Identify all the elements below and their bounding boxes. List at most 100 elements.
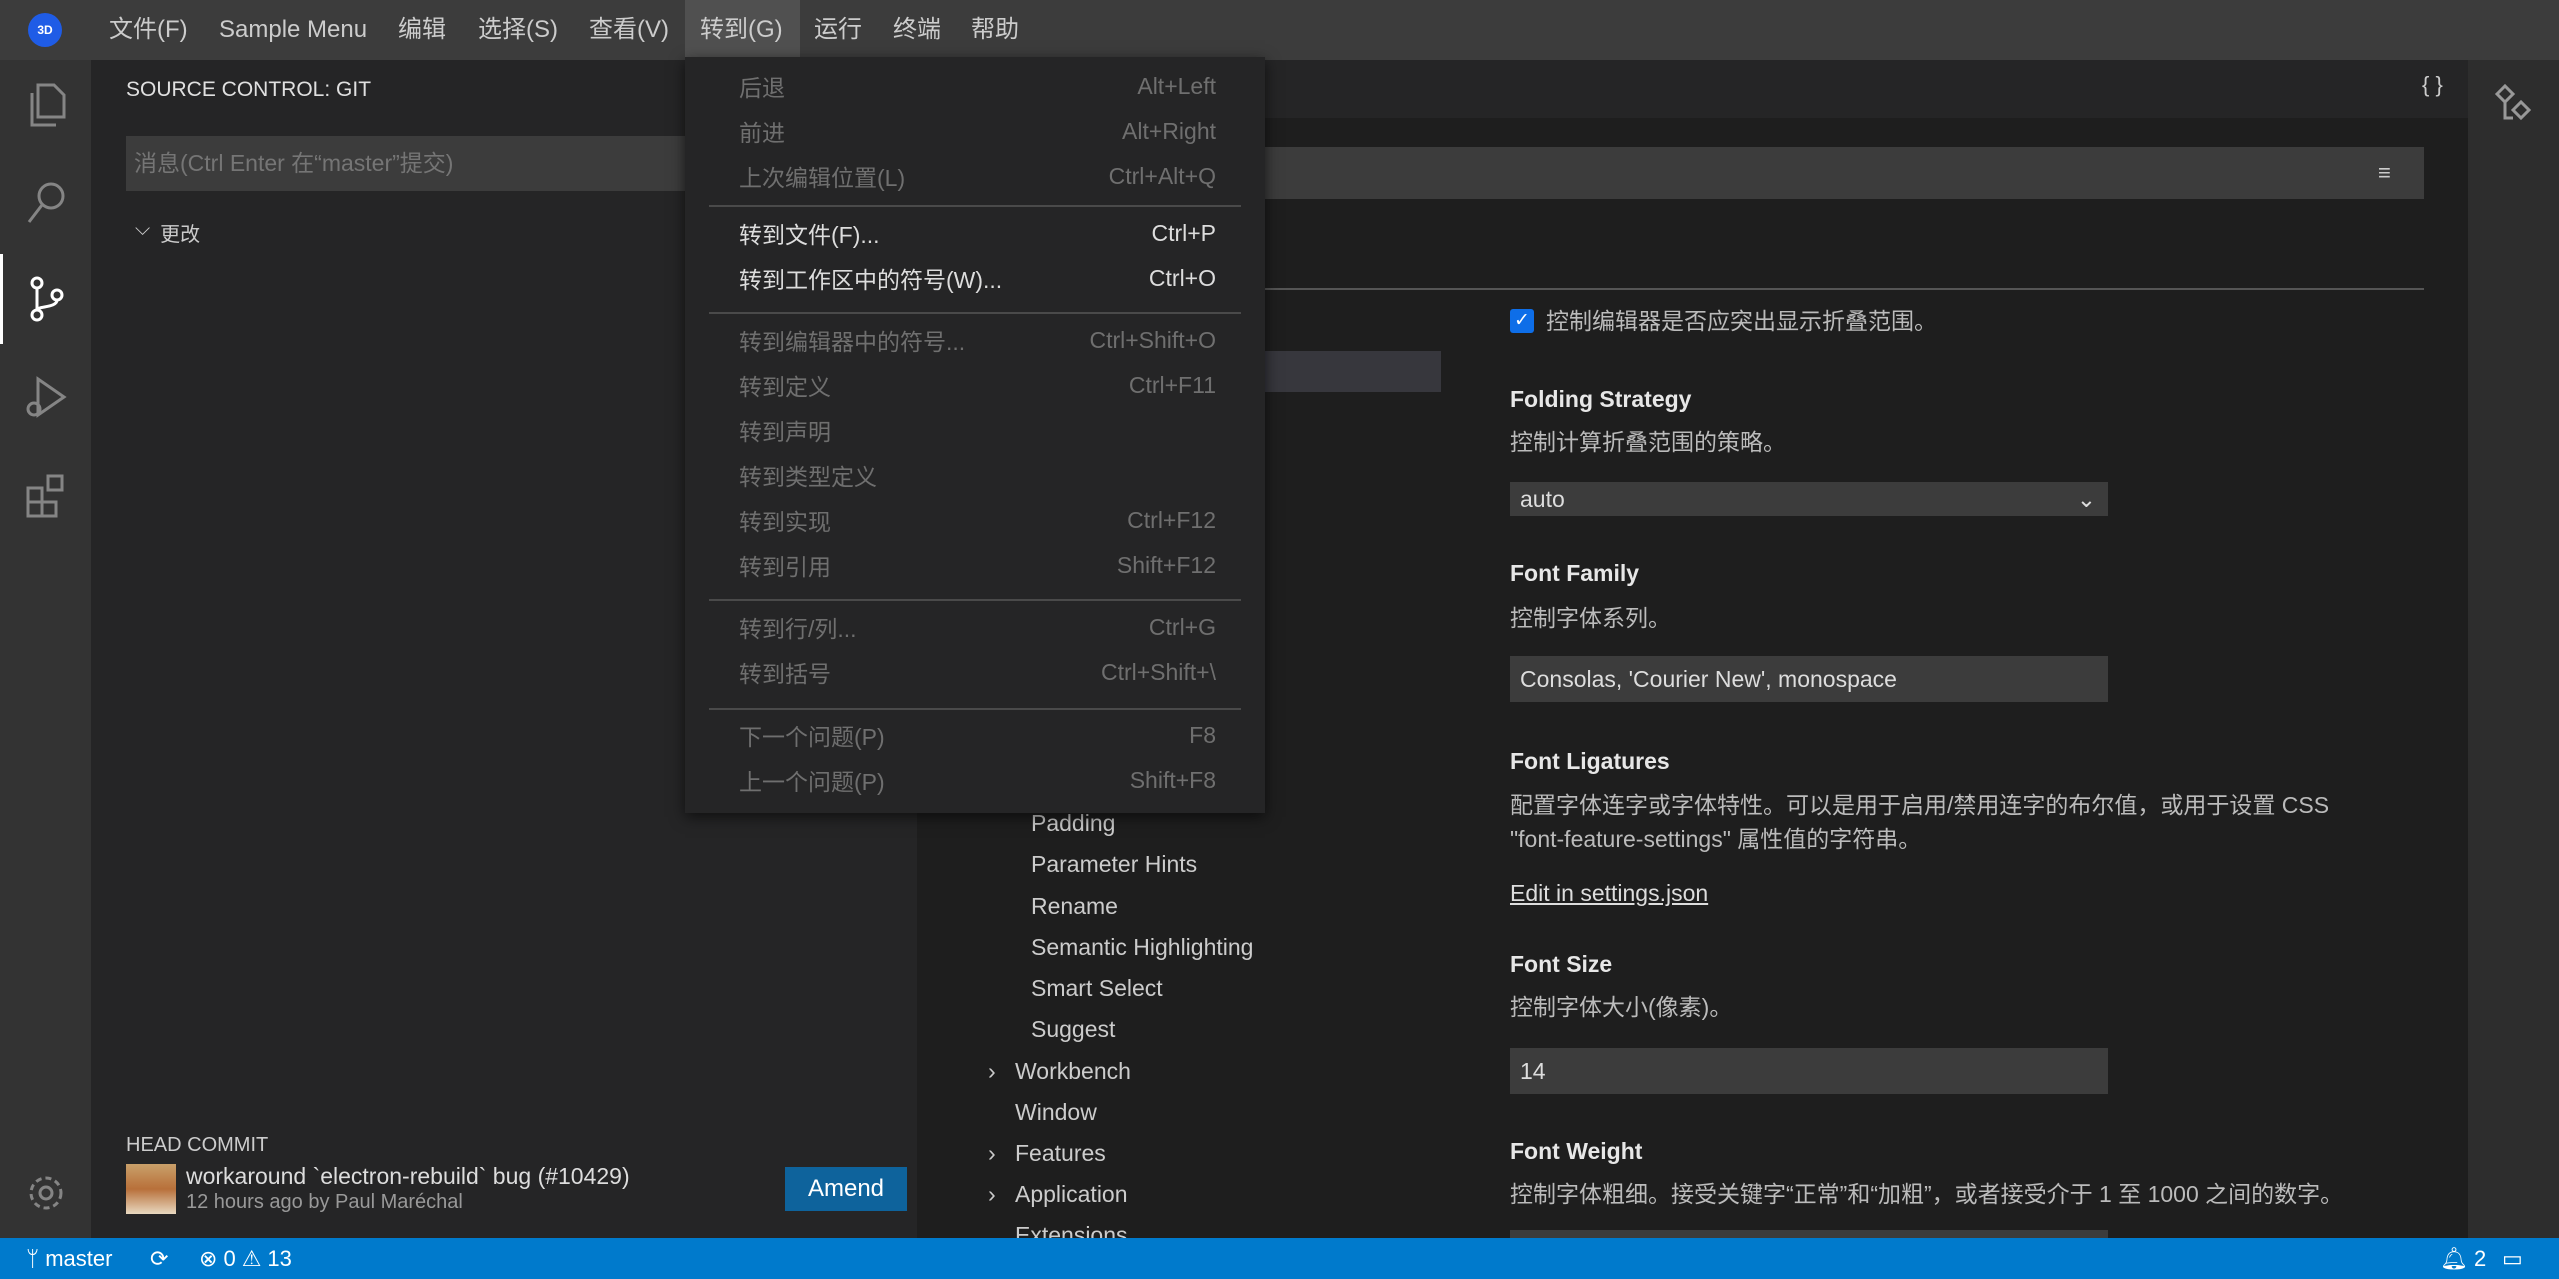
tree-item[interactable]: Semantic Highlighting xyxy=(1031,934,1253,961)
edit-in-settings-link[interactable]: Edit in settings.json xyxy=(1510,876,1708,910)
chevron-down-icon: ⌵ xyxy=(135,218,151,240)
setting-desc: 控制计算折叠范围的策略。 xyxy=(1510,429,1786,455)
tree-group-application[interactable]: Application xyxy=(1015,1181,1128,1208)
open-json-button[interactable]: { } xyxy=(2422,72,2443,98)
settings-gear-icon[interactable] xyxy=(0,1148,91,1238)
problems-indicator[interactable]: ⊗ 0 ⚠ 13 xyxy=(199,1238,292,1279)
tree-group-features[interactable]: Features xyxy=(1015,1140,1106,1167)
sidebar-title: SOURCE CONTROL: GIT xyxy=(126,78,372,101)
setting-title: Font Weight xyxy=(1510,1138,1643,1164)
menu-item-shortcut: Ctrl+G xyxy=(1148,613,1216,640)
extensions-icon[interactable] xyxy=(0,449,91,539)
menu-edit[interactable]: 编辑 xyxy=(388,0,456,60)
title-bar: 3D 文件(F) Sample Menu 编辑 选择(S) 查看(V) 转到(G… xyxy=(0,0,2559,60)
menu-separator xyxy=(709,599,1241,601)
explorer-icon[interactable] xyxy=(0,60,91,150)
tree-item[interactable]: Parameter Hints xyxy=(1031,851,1197,878)
app-logo-icon: 3D xyxy=(28,13,62,47)
menu-item: 转到定义 Ctrl+F11 xyxy=(739,365,1216,405)
avatar xyxy=(126,1164,176,1214)
menu-run[interactable]: 运行 xyxy=(804,0,872,60)
warning-icon: ⚠ xyxy=(241,1245,262,1271)
menu-item[interactable]: 转到文件(F)... Ctrl+P xyxy=(739,213,1216,253)
amend-button[interactable]: Amend xyxy=(785,1167,907,1211)
run-debug-icon[interactable] xyxy=(0,352,91,442)
menu-item-label: 后退 xyxy=(739,75,785,101)
menu-item-shortcut: Shift+F8 xyxy=(1129,766,1216,793)
menu-item: 转到类型定义 xyxy=(739,455,1216,495)
menu-item: 上次编辑位置(L) Ctrl+Alt+Q xyxy=(739,156,1216,196)
layout-icon[interactable]: ▭ xyxy=(2502,1238,2523,1279)
menu-item: 前进 Alt+Right xyxy=(739,111,1216,151)
menu-sample[interactable]: Sample Menu xyxy=(209,0,377,60)
clear-filter-icon[interactable]: ≡ xyxy=(2378,160,2391,186)
menu-selection[interactable]: 选择(S) xyxy=(468,0,568,60)
tree-group-workbench[interactable]: Workbench xyxy=(1015,1058,1131,1085)
menu-item-shortcut: Ctrl+Shift+O xyxy=(1089,326,1216,353)
menu-item-shortcut: Ctrl+F11 xyxy=(1128,371,1216,398)
tree-chevron-icon: › xyxy=(988,1181,996,1207)
menu-item: 转到行/列... Ctrl+G xyxy=(739,607,1216,647)
menu-item-shortcut: Alt+Right xyxy=(1122,117,1216,144)
menu-item: 上一个问题(P) Shift+F8 xyxy=(739,760,1216,800)
notifications[interactable]: 🔔︎ 2 xyxy=(2440,1238,2486,1279)
setting-title: Folding Strategy xyxy=(1510,386,1692,412)
menu-item-label: 上一个问题(P) xyxy=(739,769,885,795)
menu-item-shortcut: Ctrl+F12 xyxy=(1127,506,1216,533)
setting-desc: 控制字体大小(像素)。 xyxy=(1510,994,1733,1020)
tree-item[interactable]: Suggest xyxy=(1031,1016,1115,1043)
checkbox-folding-highlight[interactable]: ✓ xyxy=(1510,309,1534,333)
commit-meta: 12 hours ago by Paul Maréchal xyxy=(186,1191,463,1213)
branch-indicator[interactable]: ᛘ master xyxy=(26,1238,112,1279)
menu-help[interactable]: 帮助 xyxy=(961,0,1029,60)
menu-item-label: 下一个问题(P) xyxy=(739,724,885,750)
warning-count: 13 xyxy=(267,1245,292,1271)
folding-highlight-desc: 控制编辑器是否应突出显示折叠范围。 xyxy=(1546,308,1937,334)
menu-item-label: 转到括号 xyxy=(739,661,831,687)
notification-count: 2 xyxy=(2473,1245,2487,1271)
menu-terminal[interactable]: 终端 xyxy=(883,0,951,60)
split-view-icon[interactable] xyxy=(2493,82,2533,131)
error-count: 0 xyxy=(223,1245,236,1271)
menu-item-shortcut: Alt+Left xyxy=(1137,72,1216,99)
menu-item-shortcut: Ctrl+O xyxy=(1148,264,1216,291)
setting-desc: 控制字体系列。 xyxy=(1510,605,1671,631)
menu-item-label: 转到工作区中的符号(W)... xyxy=(739,267,1003,293)
menu-item[interactable]: 转到工作区中的符号(W)... Ctrl+O xyxy=(739,258,1216,298)
commit-message: workaround `electron-rebuild` bug (#1042… xyxy=(186,1163,630,1189)
source-control-icon[interactable] xyxy=(0,254,91,344)
tree-group-window[interactable]: Window xyxy=(1015,1099,1097,1126)
error-icon: ⊗ xyxy=(199,1245,218,1271)
tree-item[interactable]: Padding xyxy=(1031,810,1115,837)
menu-item-label: 上次编辑位置(L) xyxy=(739,165,906,191)
menu-item-label: 转到声明 xyxy=(739,419,831,445)
head-commit-heading: HEAD COMMIT xyxy=(126,1134,269,1156)
menu-item: 下一个问题(P) F8 xyxy=(739,715,1216,755)
select-value: auto xyxy=(1520,485,1565,512)
folding-strategy-select[interactable]: auto ⌄ xyxy=(1510,482,2108,516)
search-icon[interactable] xyxy=(0,157,91,247)
menu-separator xyxy=(709,708,1241,710)
sync-icon[interactable]: ⟳ xyxy=(150,1238,168,1279)
menu-item-label: 转到定义 xyxy=(739,374,831,400)
font-family-input[interactable]: Consolas, 'Courier New', monospace xyxy=(1510,656,2108,702)
menu-item-shortcut: Ctrl+P xyxy=(1151,219,1216,246)
menu-separator xyxy=(709,205,1241,207)
tree-chevron-icon: › xyxy=(988,1058,996,1084)
branch-name: master xyxy=(45,1245,113,1271)
bell-icon: 🔔︎ xyxy=(2440,1245,2468,1271)
setting-title: Font Ligatures xyxy=(1510,748,1670,774)
menu-item: 转到实现 Ctrl+F12 xyxy=(739,500,1216,540)
setting-desc: "font-feature-settings" 属性值的字符串。 xyxy=(1510,826,1922,852)
menu-item: 转到引用 Shift+F12 xyxy=(739,545,1216,585)
changes-group[interactable]: ⌵ 更改 xyxy=(135,218,200,247)
tree-item[interactable]: Smart Select xyxy=(1031,975,1163,1002)
menu-item: 转到编辑器中的符号... Ctrl+Shift+O xyxy=(739,320,1216,360)
menu-file[interactable]: 文件(F) xyxy=(99,0,198,60)
chevron-down-icon: ⌄ xyxy=(2076,485,2096,512)
tree-item[interactable]: Rename xyxy=(1031,893,1118,920)
menu-goto[interactable]: 转到(G) xyxy=(685,0,800,60)
font-size-input[interactable]: 14 xyxy=(1510,1048,2108,1094)
git-branch-icon: ᛘ xyxy=(26,1245,40,1271)
menu-view[interactable]: 查看(V) xyxy=(579,0,679,60)
